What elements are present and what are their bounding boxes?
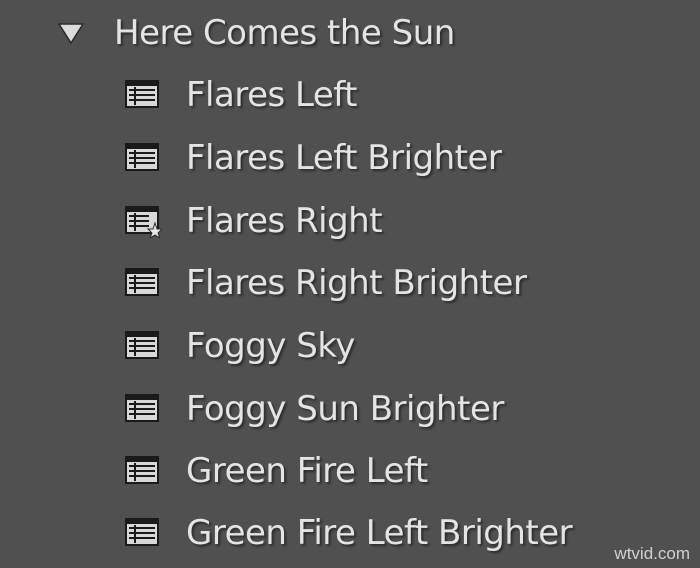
preset-label: Flares Left [186, 75, 357, 115]
presets-panel: Here Comes the Sun Flares Left Flares Le… [0, 0, 700, 568]
preset-item[interactable]: Flares Left [124, 69, 357, 121]
preset-item[interactable]: Foggy Sky [124, 320, 355, 372]
preset-item[interactable]: Foggy Sun Brighter [124, 383, 504, 435]
preset-icon [124, 266, 162, 300]
preset-label: Foggy Sky [186, 326, 355, 366]
preset-group-title: Here Comes the Sun [114, 13, 455, 53]
preset-icon [124, 141, 162, 175]
preset-icon [124, 392, 162, 426]
preset-group-header[interactable]: Here Comes the Sun [58, 8, 455, 58]
preset-label: Foggy Sun Brighter [186, 389, 504, 429]
preset-label: Flares Right [186, 201, 383, 241]
preset-icon [124, 78, 162, 112]
preset-icon [124, 454, 162, 488]
preset-item[interactable]: Flares Right Brighter [124, 257, 527, 309]
preset-icon [124, 329, 162, 363]
preset-label: Flares Right Brighter [186, 263, 527, 303]
preset-label: Green Fire Left [186, 451, 428, 491]
preset-label: Green Fire Left Brighter [186, 513, 573, 553]
watermark: wtvid.com [614, 544, 690, 563]
preset-icon [124, 516, 162, 550]
preset-item[interactable]: Green Fire Left [124, 445, 428, 497]
preset-label: Flares Left Brighter [186, 138, 502, 178]
preset-item[interactable]: Flares Right [124, 195, 383, 247]
preset-item[interactable]: Flares Left Brighter [124, 132, 502, 184]
triangle-down-icon[interactable] [58, 22, 84, 44]
preset-item[interactable]: Green Fire Left Brighter [124, 507, 573, 559]
preset-favorite-icon [124, 204, 162, 238]
